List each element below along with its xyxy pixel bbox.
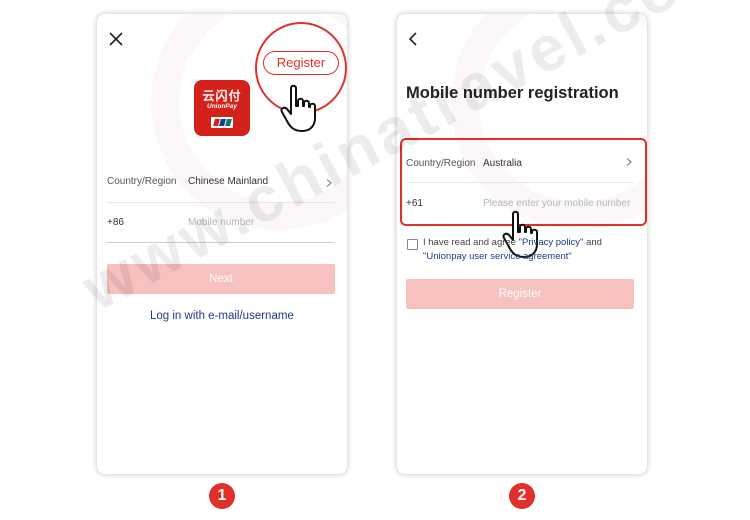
step-2-badge: 2 xyxy=(509,483,535,509)
divider xyxy=(107,202,335,203)
unionpay-card-icon xyxy=(211,117,233,128)
agreement-prefix: I have read and agree xyxy=(423,237,519,248)
screen-login: Register 云闪付 UnionPay Country/Region Chi… xyxy=(97,14,347,474)
logo-chinese-text: 云闪付 xyxy=(202,89,242,103)
step-1-badge: 1 xyxy=(209,483,235,509)
register-button[interactable]: Register xyxy=(263,51,339,75)
back-icon[interactable] xyxy=(405,30,423,48)
agreement-and: and xyxy=(583,237,602,248)
country-region-label: Country/Region xyxy=(406,158,476,169)
chevron-right-icon[interactable] xyxy=(625,158,633,166)
login-email-username-link[interactable]: Log in with e-mail/username xyxy=(150,310,294,322)
mobile-number-input[interactable]: Please enter your mobile number xyxy=(483,198,630,209)
divider xyxy=(406,182,634,183)
screen-registration: Mobile number registration Country/Regio… xyxy=(397,14,647,474)
logo-english-text: UnionPay xyxy=(207,103,237,110)
register-submit-button[interactable]: Register xyxy=(406,279,634,309)
phone-prefix[interactable]: +61 xyxy=(406,198,423,209)
agree-checkbox[interactable] xyxy=(407,239,418,250)
hand-pointer-icon xyxy=(280,84,316,132)
close-icon[interactable] xyxy=(107,30,125,48)
mobile-number-input[interactable]: Mobile number xyxy=(188,217,254,228)
divider xyxy=(107,242,335,243)
unionpay-logo: 云闪付 UnionPay xyxy=(194,80,250,136)
privacy-policy-link[interactable]: "Privacy policy" xyxy=(519,237,584,248)
chevron-right-icon[interactable] xyxy=(325,179,333,187)
country-region-value[interactable]: Chinese Mainland xyxy=(188,176,268,187)
country-region-value[interactable]: Australia xyxy=(483,158,522,169)
country-region-label: Country/Region xyxy=(107,176,177,187)
phone-prefix[interactable]: +86 xyxy=(107,217,124,228)
agreement-text: I have read and agree "Privacy policy" a… xyxy=(423,236,638,264)
page-title: Mobile number registration xyxy=(406,84,619,102)
next-button[interactable]: Next xyxy=(107,264,335,294)
service-agreement-link[interactable]: "Unionpay user service agreement" xyxy=(423,251,572,262)
